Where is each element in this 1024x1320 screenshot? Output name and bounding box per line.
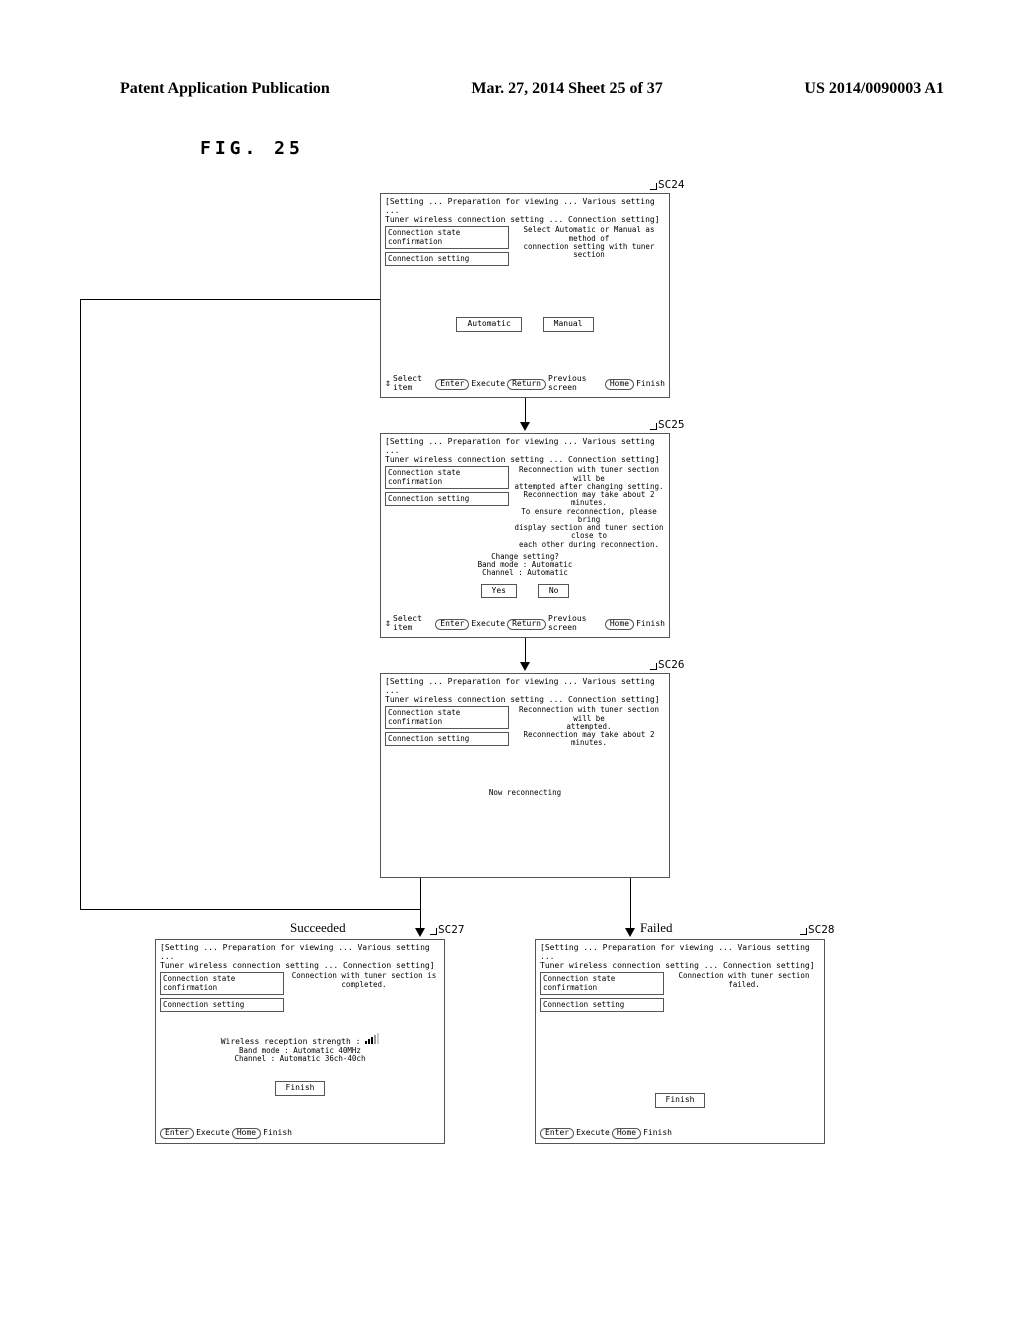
breadcrumb: [Setting ... Preparation for viewing ...… <box>160 944 440 970</box>
sc25-message: Reconnection with tuner section will be … <box>513 466 665 549</box>
return-pill: Return <box>507 379 546 390</box>
conn-state-confirm-button[interactable]: Connection state confirmation <box>385 466 509 489</box>
signal-icon <box>365 1033 379 1044</box>
no-button[interactable]: No <box>538 584 570 599</box>
header-center: Mar. 27, 2014 Sheet 25 of 37 <box>471 80 662 98</box>
figure-label: FIG. 25 <box>200 138 944 159</box>
sc27-message: Connection with tuner section is complet… <box>288 972 440 989</box>
breadcrumb: [Setting ... Preparation for viewing ...… <box>385 438 665 464</box>
sc25-channel: Channel : Automatic <box>385 569 665 577</box>
breadcrumb: [Setting ... Preparation for viewing ...… <box>385 678 665 704</box>
sc26-message: Reconnection with tuner section will be … <box>513 706 665 747</box>
footer-hints: ⇕ Select item Enter Execute Return Previ… <box>385 375 665 393</box>
screen-sc26: [Setting ... Preparation for viewing ...… <box>380 673 670 878</box>
sc28-tag: SC28 <box>800 924 835 936</box>
conn-setting-button[interactable]: Connection setting <box>385 492 509 506</box>
screen-sc28: [Setting ... Preparation for viewing ...… <box>535 939 825 1144</box>
signal-strength-label: Wireless reception strength : <box>221 1037 361 1046</box>
conn-state-confirm-button[interactable]: Connection state confirmation <box>540 972 664 995</box>
arrow-icon <box>520 422 530 431</box>
arrow-icon <box>415 928 425 937</box>
home-pill: Home <box>605 379 634 390</box>
updown-icon: ⇕ <box>385 620 391 628</box>
conn-setting-button[interactable]: Connection setting <box>385 732 509 746</box>
finish-button[interactable]: Finish <box>655 1093 706 1108</box>
screen-sc25: [Setting ... Preparation for viewing ...… <box>380 433 670 638</box>
footer-hints: ⇕ Select item Enter Execute Return Previ… <box>385 615 665 633</box>
failed-label: Failed <box>640 921 673 935</box>
sc24-message: Select Automatic or Manual as method of … <box>513 226 665 259</box>
sc24-tag: SC24 <box>650 179 685 191</box>
finish-button[interactable]: Finish <box>275 1081 326 1096</box>
conn-setting-button[interactable]: Connection setting <box>160 998 284 1012</box>
footer-hints: Enter Execute Home Finish <box>160 1128 440 1139</box>
arrow-icon <box>625 928 635 937</box>
sc26-tag: SC26 <box>650 659 685 671</box>
updown-icon: ⇕ <box>385 380 391 388</box>
conn-state-confirm-button[interactable]: Connection state confirmation <box>385 226 509 249</box>
arrow-icon <box>520 662 530 671</box>
sc27-channel: Channel : Automatic 36ch-40ch <box>160 1055 440 1063</box>
flowchart-diagram: SC24 [Setting ... Preparation for viewin… <box>120 179 944 1179</box>
screen-sc24: [Setting ... Preparation for viewing ...… <box>380 193 670 398</box>
breadcrumb: [Setting ... Preparation for viewing ...… <box>540 944 820 970</box>
enter-pill: Enter <box>435 379 469 390</box>
succeeded-label: Succeeded <box>290 921 346 935</box>
sc28-message: Connection with tuner section failed. <box>668 972 820 989</box>
conn-state-confirm-button[interactable]: Connection state confirmation <box>160 972 284 995</box>
sc26-status: Now reconnecting <box>385 789 665 797</box>
breadcrumb: [Setting ... Preparation for viewing ...… <box>385 198 665 224</box>
sc27-tag: SC27 <box>430 924 465 936</box>
conn-setting-button[interactable]: Connection setting <box>385 252 509 266</box>
screen-sc27: [Setting ... Preparation for viewing ...… <box>155 939 445 1144</box>
page-header: Patent Application Publication Mar. 27, … <box>120 80 944 98</box>
automatic-button[interactable]: Automatic <box>456 317 521 332</box>
conn-state-confirm-button[interactable]: Connection state confirmation <box>385 706 509 729</box>
footer-hints: Enter Execute Home Finish <box>540 1128 820 1139</box>
header-right: US 2014/0090003 A1 <box>804 80 944 98</box>
header-left: Patent Application Publication <box>120 80 330 98</box>
yes-button[interactable]: Yes <box>481 584 517 599</box>
conn-setting-button[interactable]: Connection setting <box>540 998 664 1012</box>
manual-button[interactable]: Manual <box>543 317 594 332</box>
sc25-tag: SC25 <box>650 419 685 431</box>
